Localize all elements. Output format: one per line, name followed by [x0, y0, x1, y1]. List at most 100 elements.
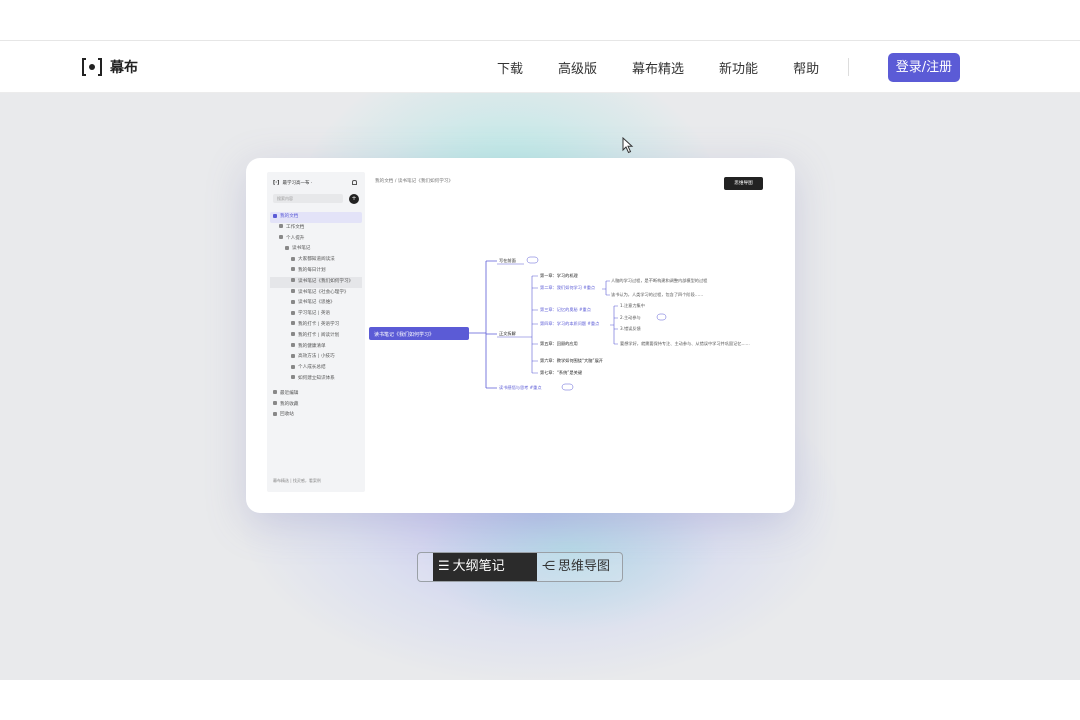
mindmap-branch-1: 写在前面 — [499, 257, 516, 264]
sidebar-item: 个人成长总结 — [270, 363, 362, 374]
sidebar-item: 回收站 — [270, 410, 362, 421]
sidebar-item-label: 读书笔记 — [292, 246, 311, 252]
sidebar-item-label: 大家都知道阅读法 — [298, 257, 335, 263]
doc-icon — [279, 224, 283, 229]
mindmap-sub-3: 第三章：记忆的奥秘 #重点 — [540, 306, 591, 313]
sidebar-item: 读书笔记《社会心理学》 — [270, 288, 362, 299]
sidebar-item-label: 个人成长总结 — [298, 365, 326, 371]
brand-name: 幕布 — [110, 60, 138, 76]
sidebar-item-label: 我的每日计划 — [298, 267, 326, 273]
mindmap-tab[interactable]: ⋲ 思维导图 — [542, 553, 610, 581]
outline-notes-tab[interactable]: ☰ 大纲笔记 — [433, 553, 537, 581]
mindmap-note-3: 1.注意力集中 — [620, 302, 645, 309]
doc-icon — [273, 401, 277, 406]
nav-featured[interactable]: 幕布精选 — [632, 58, 684, 77]
sidebar-item: 我的收藏 — [270, 400, 362, 411]
mindmap-sub-6: 第六章：教学如何围绕“大脑”展开 — [540, 357, 603, 364]
sidebar-item-label: 我的文档 — [280, 214, 299, 219]
mindmap-tab-label: 思维导图 — [558, 559, 611, 574]
sidebar-item: 我的打卡 | 阅读计划 — [270, 331, 362, 342]
sidebar-item: 我的文档 — [270, 212, 362, 223]
sidebar-title: 最学习高一布 · — [282, 181, 313, 186]
login-register-button[interactable]: 登录/注册 — [888, 53, 960, 82]
nav-premium[interactable]: 高级版 — [558, 58, 597, 77]
nav-divider — [848, 58, 849, 76]
sidebar-item-label: 高效方法 | 小技巧 — [298, 354, 335, 360]
sidebar-item: 我的打卡 | 英语学习 — [270, 320, 362, 331]
sidebar-item-label: 我的打卡 | 阅读计划 — [298, 332, 340, 338]
sidebar-item-label: 我的打卡 | 英语学习 — [298, 321, 340, 327]
mindmap-note-2: 该书认为，人类学习的过程，包含了四个阶段…… — [611, 291, 703, 298]
nav-download[interactable]: 下载 — [497, 58, 523, 77]
sidebar-item: 学习笔记 | 英语 — [270, 309, 362, 320]
mouse-cursor-icon — [622, 137, 634, 154]
doc-icon — [273, 213, 277, 218]
sidebar-item: 读书笔记《我们如何学习》 — [270, 276, 362, 288]
sidebar-item: 读书笔记 — [270, 244, 362, 255]
nav-new-features[interactable]: 新功能 — [719, 58, 758, 77]
sidebar-item-label: 学习笔记 | 英语 — [298, 311, 331, 317]
sidebar-item-label: 读书笔记《社会心理学》 — [298, 289, 349, 295]
mindmap-sub-2: 第二章：我们如何学习 #重点 — [540, 284, 595, 291]
doc-icon — [291, 375, 295, 380]
logo[interactable]: 幕布 — [82, 57, 138, 77]
doc-icon — [291, 267, 295, 272]
sidebar-search: 搜索内容 — [273, 194, 343, 203]
doc-icon — [279, 235, 283, 240]
list-icon: ☰ — [438, 559, 450, 574]
mindmap-sub-7: 第七章：“系统”是关键 — [540, 369, 583, 376]
nav-links: 下载 高级版 幕布精选 新功能 帮助 — [497, 58, 854, 77]
mindmap-note-4: 2.主动参与 — [620, 314, 641, 321]
doc-icon — [291, 289, 295, 294]
doc-icon — [273, 390, 277, 395]
sidebar-item-label: 我的收藏 — [280, 401, 299, 407]
product-preview-card: [·] 最学习高一布 · 搜索内容 + 我的文档工作文档个人提升读书笔记大家都知… — [246, 158, 795, 513]
doc-icon — [291, 364, 295, 369]
mindmap-note-6: 要想学好，就需要保持专注、主动参与、从错误中学习并巩固记忆…… — [620, 340, 750, 347]
mindmap-sub-1: 第一章：学习的机理 — [540, 272, 579, 279]
sidebar-list: 我的文档工作文档个人提升读书笔记大家都知道阅读法 我的每日计划读书笔记《我们如何学… — [270, 212, 362, 421]
mindmap-icon: ⋲ — [542, 559, 555, 574]
breadcrumb: 我的文档 / 读书笔记《我们如何学习》 — [375, 179, 453, 184]
doc-icon — [291, 299, 295, 304]
doc-icon — [291, 310, 295, 315]
sidebar-header: [·] 最学习高一布 · — [273, 178, 359, 188]
bell-icon — [352, 180, 357, 185]
sidebar-item-label: 如何建立知识体系 — [298, 375, 335, 381]
sidebar-item-label: 个人提升 — [286, 235, 305, 241]
mindmap-note-1: 人脑的学习过程，是不断构建和调整内部模型的过程 — [611, 277, 708, 284]
mindmap-note-5: 3.错误反馈 — [620, 325, 642, 332]
sidebar-item-label: 工作文档 — [286, 224, 305, 230]
nav-help[interactable]: 帮助 — [793, 58, 819, 77]
doc-icon — [285, 245, 289, 250]
sidebar-item: 个人提升 — [270, 234, 362, 245]
doc-icon — [291, 332, 295, 337]
sidebar-item: 我的健康清单 — [270, 342, 362, 353]
sidebar-item-label: 最近编辑 — [280, 390, 299, 396]
mindmap-root-label: 读书笔记《我们如何学习》 — [374, 331, 434, 338]
mindmap-branch-3: 读书感悟与思考 #重点 — [499, 384, 542, 391]
outline-notes-label: 大纲笔记 — [452, 559, 505, 574]
doc-icon — [291, 353, 295, 358]
mindmap-view-button: 思维导图 — [724, 177, 763, 190]
sidebar-item-label: 读书笔记《我们如何学习》 — [298, 278, 354, 284]
mindmap-branch-2: 正文拆解 — [499, 330, 516, 337]
doc-icon — [291, 256, 295, 261]
doc-icon — [291, 321, 295, 326]
mindmap-sub-4: 第四章：学习的本质问题 #重点 — [540, 320, 599, 327]
sidebar-item: 最近编辑 — [270, 389, 362, 400]
mubu-logo-icon — [82, 57, 102, 77]
view-toggle: ☰ 大纲笔记 ⋲ 思维导图 — [417, 552, 623, 582]
sidebar-item: 大家都知道阅读法 — [270, 255, 362, 266]
preview-sidebar: [·] 最学习高一布 · 搜索内容 + 我的文档工作文档个人提升读书笔记大家都知… — [267, 172, 365, 492]
doc-icon — [291, 343, 295, 348]
sidebar-item: 我的每日计划 — [270, 266, 362, 277]
doc-icon — [291, 278, 295, 283]
top-band — [0, 0, 1080, 41]
mindmap-sub-5: 第五章：回顾的应用 — [540, 340, 578, 347]
sidebar-item: 读书笔记《思维》 — [270, 298, 362, 309]
sidebar-item: 高效方法 | 小技巧 — [270, 352, 362, 363]
add-icon: + — [349, 194, 359, 204]
bottom-band — [0, 680, 1080, 720]
mindmap-preview: 读书笔记《我们如何学习》 写在前面 正文拆解 读书感悟与思考 #重点 第一章：学… — [369, 256, 750, 391]
